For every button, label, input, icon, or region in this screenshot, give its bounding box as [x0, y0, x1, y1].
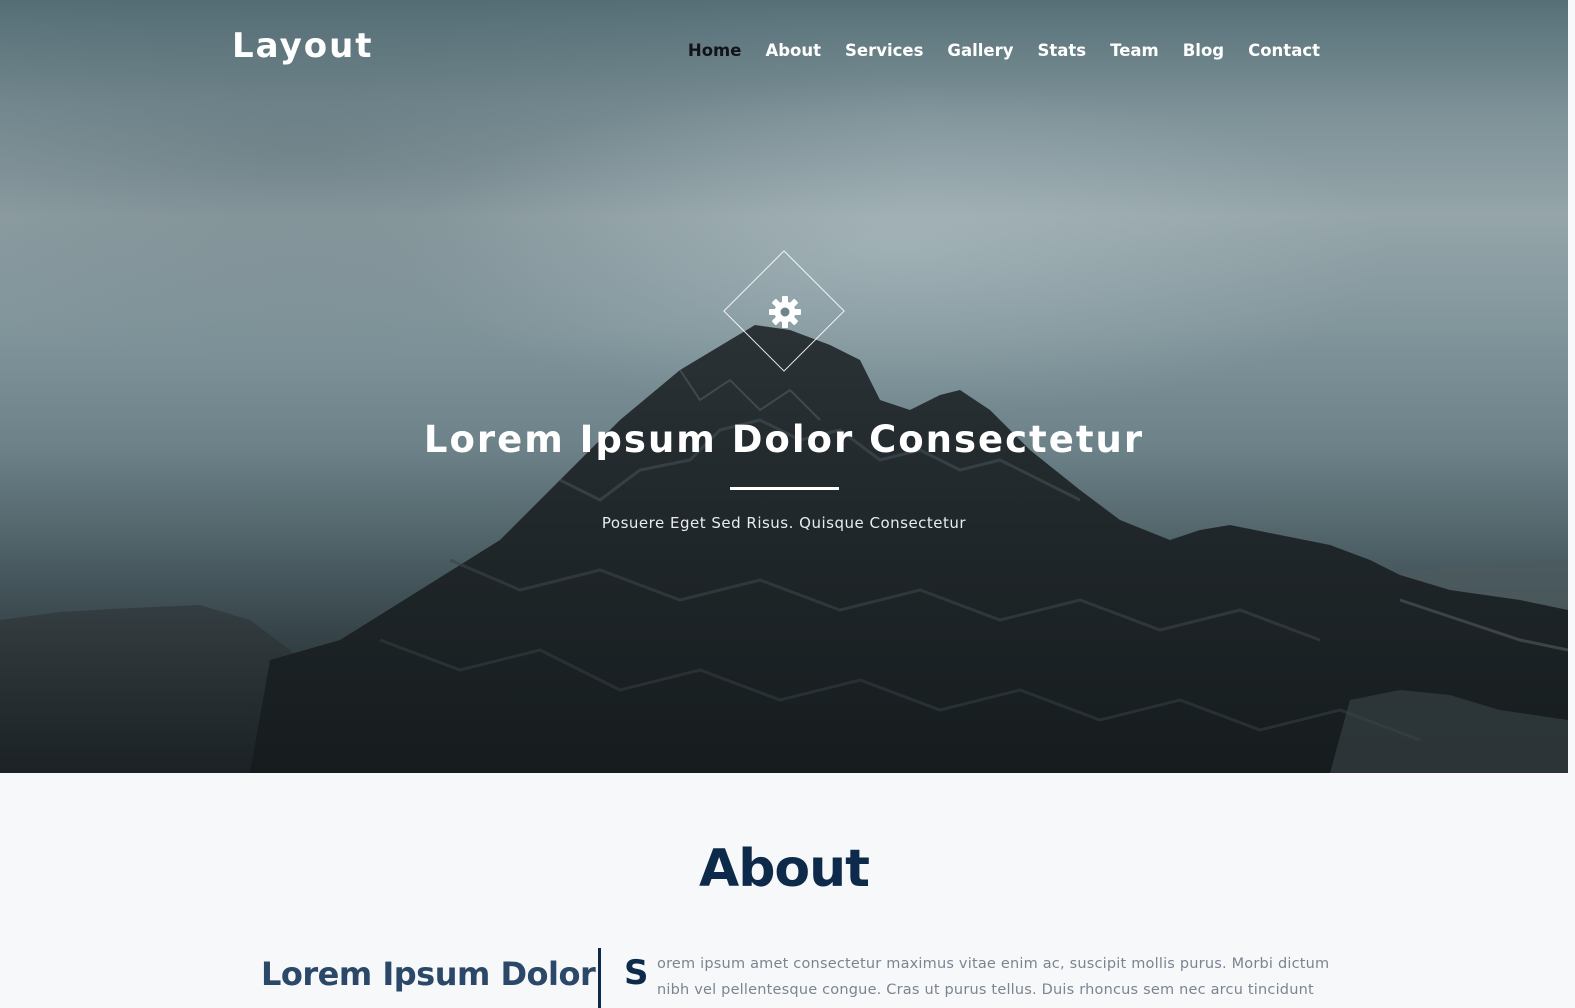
about-text-line: nibh vel pellentesque congue. Cras ut pu…	[657, 982, 1314, 998]
about-section: About Lorem Ipsum Dolor S orem ipsum ame…	[0, 773, 1568, 1008]
hero-section: Layout Home About Services Gallery Stats…	[0, 0, 1568, 773]
site-logo[interactable]: Layout	[232, 26, 374, 66]
nav-item-home[interactable]: Home	[688, 41, 742, 60]
nav-item-team[interactable]: Team	[1110, 41, 1159, 60]
hero-subtitle: Posuere Eget Sed Risus. Quisque Consecte…	[601, 514, 967, 532]
about-heading: About	[698, 839, 870, 899]
nav-item-services[interactable]: Services	[845, 41, 923, 60]
about-text-line: orem ipsum amet consectetur maximus vita…	[657, 956, 1330, 972]
nav-item-contact[interactable]: Contact	[1248, 41, 1320, 60]
about-paragraph: orem ipsum amet consectetur maximus vita…	[657, 951, 1337, 1003]
nav-item-gallery[interactable]: Gallery	[947, 41, 1013, 60]
about-subheading: Lorem Ipsum Dolor	[261, 955, 596, 993]
about-dropcap: S	[624, 953, 649, 993]
nav-item-blog[interactable]: Blog	[1183, 41, 1224, 60]
main-nav: Home About Services Gallery Stats Team B…	[664, 41, 1320, 60]
nav-item-about[interactable]: About	[765, 41, 821, 60]
mountain-background	[0, 325, 1568, 773]
gear-icon	[769, 296, 801, 328]
hero-divider	[730, 487, 839, 490]
nav-item-stats[interactable]: Stats	[1038, 41, 1087, 60]
about-vertical-divider	[598, 948, 601, 1008]
hero-title: Lorem Ipsum Dolor Consectetur	[423, 418, 1145, 461]
